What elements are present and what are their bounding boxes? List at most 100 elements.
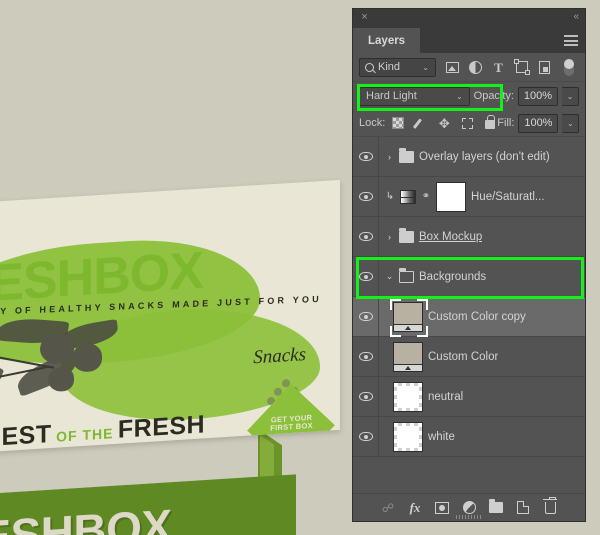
opacity-group: Opacity: 100% ⌄ [473, 86, 579, 106]
delete-layer-button[interactable] [542, 496, 558, 516]
filter-enable-toggle[interactable] [556, 56, 579, 78]
lock-image-icon[interactable] [414, 116, 428, 130]
headline-best: THE BEST [0, 419, 52, 455]
layer-name: Overlay layers (don't edit) [419, 150, 550, 163]
layer-row-body: Custom Color copy [379, 298, 585, 337]
tab-layers[interactable]: Layers [353, 28, 421, 53]
opacity-stepper[interactable]: ⌄ [562, 86, 579, 106]
close-icon[interactable]: × [359, 12, 370, 23]
opacity-label: Opacity: [473, 90, 514, 102]
lock-artboard-icon[interactable] [460, 116, 476, 132]
layer-name: Hue/Saturatl... [471, 190, 545, 203]
panel-menu-icon[interactable] [564, 35, 578, 46]
chevron-down-icon: ⌄ [422, 62, 429, 72]
eye-icon [358, 192, 373, 201]
table-row[interactable]: neutral [353, 377, 585, 417]
screenshot-root: FRESHBOX A DELIVERY OF HEALTHY SNACKS MA… [0, 0, 600, 535]
layer-visibility-toggle[interactable] [353, 337, 379, 376]
opacity-input[interactable]: 100% [518, 86, 558, 106]
layer-name: white [428, 430, 455, 443]
custom-color-copy-layer-row[interactable]: Custom Color copy [353, 297, 585, 337]
layer-thumbnail[interactable] [393, 421, 423, 452]
layers-panel: × « Layers Kind ⌄ T Hard Light ⌄ Opacity… [352, 8, 586, 522]
lock-icon-group: ✥ [391, 115, 497, 132]
table-row[interactable]: › Box Mockup [353, 217, 585, 257]
pixel-layer-filter-icon[interactable] [441, 56, 464, 78]
layer-thumbnail[interactable] [393, 341, 423, 372]
group-disclosure-icon[interactable]: ⌄ [385, 271, 394, 282]
table-row[interactable]: white [353, 417, 585, 457]
table-row[interactable]: ↳ ⚭ Hue/Saturatl... [353, 177, 585, 217]
headline-ofthe: OF THE [56, 425, 114, 445]
layers-list[interactable]: › Overlay layers (don't edit) ↳ ⚭ Hue/Sa… [353, 136, 585, 493]
layer-filter-bar: Kind ⌄ T [353, 53, 585, 82]
layer-visibility-toggle[interactable] [353, 257, 379, 296]
collapse-panel-icon[interactable]: « [573, 11, 578, 22]
lock-all-icon[interactable] [483, 115, 497, 130]
box-top-face: FRESHBOX A DELIVERY OF HEALTHY SNACKS MA… [0, 179, 340, 455]
type-layer-filter-icon[interactable]: T [487, 56, 510, 78]
adjustment-layer-filter-icon[interactable] [464, 56, 487, 78]
blend-mode-dropdown[interactable]: Hard Light ⌄ [359, 86, 470, 106]
group-disclosure-icon[interactable]: › [385, 152, 394, 162]
layer-style-indicator [394, 363, 422, 371]
document-canvas[interactable]: FRESHBOX A DELIVERY OF HEALTHY SNACKS MA… [0, 0, 352, 535]
panel-resize-grip[interactable] [456, 515, 482, 519]
selected-thumbnail-frame [390, 298, 428, 337]
box-mockup-artwork: FRESHBOX A DELIVERY OF HEALTHY SNACKS MA… [0, 179, 352, 535]
table-row[interactable]: ⌄ Backgrounds [353, 257, 585, 297]
layer-thumbnail[interactable] [393, 381, 423, 412]
layer-style-indicator [394, 323, 422, 331]
headline-fresh: FRESH [117, 410, 206, 444]
clipping-mask-icon: ↳ [385, 191, 395, 202]
new-group-button[interactable] [488, 499, 504, 516]
fill-input[interactable]: 100% [518, 113, 559, 133]
link-layers-button[interactable]: ☍ [380, 500, 396, 516]
box-front-face: FRESHBOX A DELIVERY OF HEALTHY SNACKS MA… [0, 474, 296, 535]
new-layer-button[interactable] [515, 500, 531, 516]
smart-object-filter-icon[interactable] [533, 56, 556, 78]
eye-icon [358, 232, 373, 241]
layer-row-body: › Overlay layers (don't edit) [379, 147, 585, 163]
layer-visibility-toggle[interactable] [353, 177, 379, 216]
lock-position-icon[interactable]: ✥ [437, 116, 451, 130]
filter-type-icons: T [441, 56, 579, 78]
layer-name: Box Mockup [419, 230, 483, 243]
eye-icon [358, 312, 373, 321]
blend-options-row: Hard Light ⌄ Opacity: 100% ⌄ [353, 82, 585, 110]
layer-mask-thumbnail[interactable] [436, 181, 466, 212]
layer-visibility-toggle[interactable] [353, 417, 379, 456]
link-icon[interactable]: ⚭ [421, 191, 431, 202]
chevron-down-icon: ⌄ [455, 91, 463, 101]
add-mask-button[interactable] [434, 500, 450, 516]
filter-kind-select[interactable]: Kind ⌄ [359, 57, 436, 77]
search-icon [365, 62, 374, 72]
fill-group: Fill: 100% ⌄ [497, 113, 580, 133]
promo-badge-text: GET YOUR FIRST BOX FREE! [270, 413, 313, 442]
layer-row-body: ↳ ⚭ Hue/Saturatl... [379, 181, 585, 212]
eye-icon [358, 272, 373, 281]
layer-row-body: ⌄ Backgrounds [379, 267, 585, 283]
table-row[interactable]: Custom Color [353, 337, 585, 377]
layer-row-body: white [379, 421, 585, 452]
layer-thumbnail[interactable] [390, 298, 428, 337]
layer-name: Custom Color copy [428, 310, 526, 323]
folder-icon [399, 227, 414, 243]
shape-layer-filter-icon[interactable] [510, 56, 533, 78]
adjustment-thumbnail[interactable] [400, 189, 416, 204]
layer-visibility-toggle[interactable] [353, 377, 379, 416]
table-row[interactable]: › Overlay layers (don't edit) [353, 137, 585, 177]
layer-name: neutral [428, 390, 464, 403]
layer-visibility-toggle[interactable] [353, 137, 379, 176]
group-disclosure-icon[interactable]: › [385, 232, 394, 242]
layer-style-button[interactable]: fx [407, 500, 423, 516]
eye-icon [358, 432, 373, 441]
layer-visibility-toggle[interactable] [353, 297, 379, 336]
layer-name: Backgrounds [419, 270, 487, 283]
lock-options-row: Lock: ✥ Fill: 100% ⌄ [353, 110, 585, 136]
lock-transparency-icon[interactable] [391, 116, 405, 130]
layer-visibility-toggle[interactable] [353, 217, 379, 256]
folder-icon [399, 147, 414, 163]
fill-stepper[interactable]: ⌄ [562, 113, 580, 133]
new-adjustment-button[interactable] [461, 500, 477, 516]
